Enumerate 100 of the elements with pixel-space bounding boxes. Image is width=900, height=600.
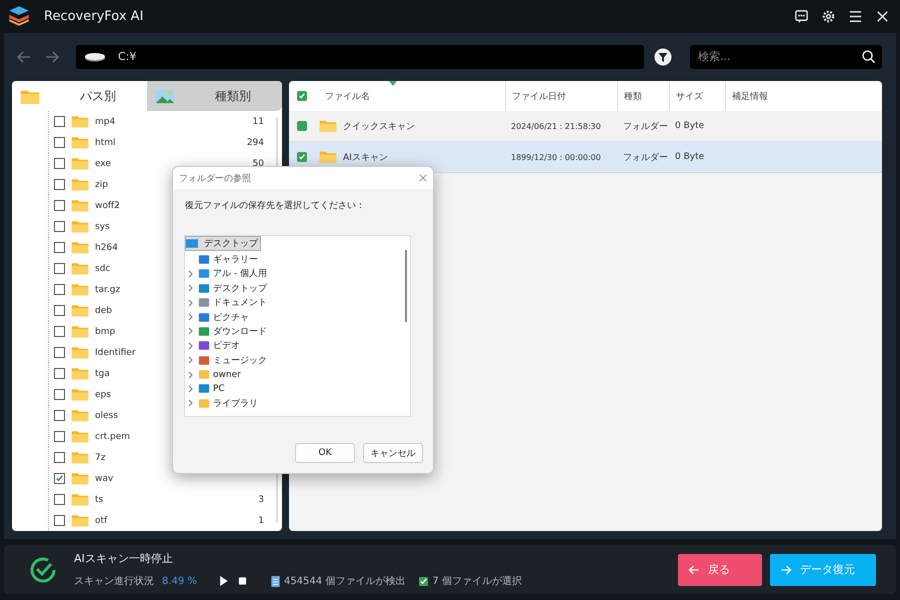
tree-item[interactable]: ドキュメント bbox=[213, 296, 267, 310]
file-count: 1 bbox=[258, 516, 264, 526]
file-count: 50 bbox=[252, 158, 264, 169]
chevron-icon[interactable] bbox=[188, 399, 194, 408]
chevron-icon[interactable] bbox=[188, 313, 194, 321]
chevron-icon[interactable] bbox=[188, 356, 194, 364]
table-row[interactable]: AIスキャン 1899/12/30 : 00:00:00 フォルダー 0 Byte bbox=[289, 142, 882, 174]
tree-item[interactable]: アル - 個人用 bbox=[213, 267, 267, 280]
tree-item[interactable]: ピクチャ bbox=[213, 310, 249, 324]
checkbox[interactable] bbox=[54, 284, 65, 296]
folder-name: ts bbox=[95, 494, 104, 505]
tree-item[interactable]: ギャラリー bbox=[213, 252, 258, 266]
progress-label: スキャン進行状況 bbox=[74, 574, 154, 588]
desktop-icon bbox=[186, 238, 198, 250]
checkbox[interactable] bbox=[54, 389, 65, 400]
folder-name: tar.gz bbox=[95, 284, 120, 295]
checkbox[interactable] bbox=[54, 473, 65, 484]
table-cell-text: AIスキャン bbox=[342, 152, 389, 165]
checkbox[interactable] bbox=[54, 452, 65, 464]
folder-name: bmp bbox=[95, 326, 116, 337]
back-arrow-icon[interactable] bbox=[16, 48, 32, 65]
left-arrow-icon bbox=[688, 564, 700, 576]
checkbox[interactable] bbox=[297, 121, 307, 132]
folder-name: exe bbox=[95, 158, 111, 169]
file-count: 294 bbox=[246, 138, 264, 148]
folder-name: deb bbox=[95, 306, 112, 316]
table-cell-text: フォルダー bbox=[622, 152, 669, 165]
tree-item[interactable]: ミュージック bbox=[213, 354, 267, 367]
tree-item[interactable]: デスクトップ bbox=[213, 282, 267, 295]
folder-name: mp4 bbox=[95, 116, 116, 127]
checkbox[interactable] bbox=[54, 263, 65, 274]
file-count: 3 bbox=[258, 494, 264, 505]
checkbox[interactable] bbox=[54, 116, 65, 128]
folder-name: zip bbox=[95, 180, 108, 190]
checkbox[interactable] bbox=[54, 431, 65, 442]
view-tab[interactable]: 種類別 bbox=[147, 81, 282, 112]
filter-icon[interactable] bbox=[654, 48, 672, 66]
column-header[interactable]: ファイル名 bbox=[319, 81, 505, 112]
checkbox[interactable] bbox=[54, 368, 65, 380]
chevron-icon[interactable] bbox=[188, 327, 194, 336]
chevron-icon[interactable] bbox=[188, 270, 194, 278]
folder-name: html bbox=[95, 138, 116, 148]
dialog-title: フォルダーの参照 bbox=[179, 172, 251, 185]
chevron-icon[interactable] bbox=[188, 298, 194, 307]
table-cell-text: 0 Byte bbox=[674, 120, 706, 134]
checkbox[interactable] bbox=[54, 305, 65, 316]
settings-icon[interactable] bbox=[821, 8, 836, 24]
folder-name: sys bbox=[95, 222, 110, 232]
progress-value: 8.49 % bbox=[162, 576, 197, 587]
folder-name: tga bbox=[95, 368, 110, 379]
checkbox[interactable] bbox=[54, 179, 65, 190]
path-field[interactable]: C:¥ bbox=[76, 44, 644, 69]
folder-name: sdc bbox=[95, 264, 110, 274]
folder-name: woff2 bbox=[95, 200, 120, 211]
dialog-button[interactable]: キャンセル bbox=[363, 443, 423, 464]
menu-icon[interactable] bbox=[848, 8, 863, 24]
check-circle-icon bbox=[28, 554, 58, 585]
chat-icon[interactable] bbox=[794, 8, 809, 24]
tree-item[interactable]: ライブラリ bbox=[213, 396, 258, 410]
table-cell-text: クイックスキャン bbox=[342, 120, 416, 134]
found-count: 454544 個ファイルが検出 bbox=[284, 574, 406, 588]
checkbox[interactable] bbox=[54, 494, 65, 506]
tree-item[interactable]: owner bbox=[213, 370, 241, 380]
search-icon[interactable] bbox=[861, 49, 876, 64]
checkbox[interactable] bbox=[54, 515, 65, 526]
dialog-message: 復元ファイルの保存先を選択してください： bbox=[184, 200, 366, 214]
close-icon[interactable] bbox=[875, 8, 890, 24]
checkbox[interactable] bbox=[54, 221, 65, 232]
tree-item[interactable]: ダウンロード bbox=[213, 324, 267, 338]
checkbox[interactable] bbox=[297, 152, 307, 162]
checkbox[interactable] bbox=[54, 410, 65, 422]
tree-item[interactable]: デスクトップ bbox=[185, 236, 261, 252]
chevron-icon[interactable] bbox=[188, 370, 194, 379]
play-icon[interactable] bbox=[218, 576, 228, 586]
folder-name: h264 bbox=[95, 242, 118, 253]
tree-item[interactable]: PC bbox=[213, 384, 225, 394]
file-count: 11 bbox=[252, 116, 264, 127]
select-all-checkbox[interactable] bbox=[297, 91, 307, 102]
checkbox[interactable] bbox=[54, 242, 65, 254]
folder-name: Identifier bbox=[95, 348, 136, 358]
folder-name: wav bbox=[95, 474, 114, 484]
chevron-icon[interactable] bbox=[188, 342, 194, 350]
checkbox[interactable] bbox=[54, 200, 65, 212]
checkbox[interactable] bbox=[54, 137, 65, 148]
checkbox[interactable] bbox=[54, 347, 65, 358]
search-box[interactable]: 検索... bbox=[690, 44, 882, 69]
window-title: RecoveryFox AI bbox=[44, 8, 144, 24]
search-field[interactable]: 検索... bbox=[696, 49, 861, 64]
dialog-button[interactable]: OK bbox=[295, 443, 355, 464]
forward-arrow-icon[interactable] bbox=[44, 48, 60, 65]
stop-icon[interactable] bbox=[238, 576, 247, 586]
chevron-icon[interactable] bbox=[188, 284, 194, 292]
tree-item[interactable]: ビデオ bbox=[213, 339, 240, 352]
checkbox[interactable] bbox=[54, 158, 65, 170]
chevron-icon[interactable] bbox=[188, 384, 194, 393]
checkbox[interactable] bbox=[54, 326, 65, 338]
folder-name: oless bbox=[95, 410, 118, 421]
folder-name: eps bbox=[95, 390, 111, 400]
scan-status-title: AIスキャン一時停止 bbox=[74, 551, 174, 566]
folder-tree[interactable]: デスクトップ ギャラリー アル - 個人用 デスクトップ ドキュメント ピクチャ ダウンロード ビデオ ミュージック owner PC ライブラリ bbox=[184, 235, 411, 418]
